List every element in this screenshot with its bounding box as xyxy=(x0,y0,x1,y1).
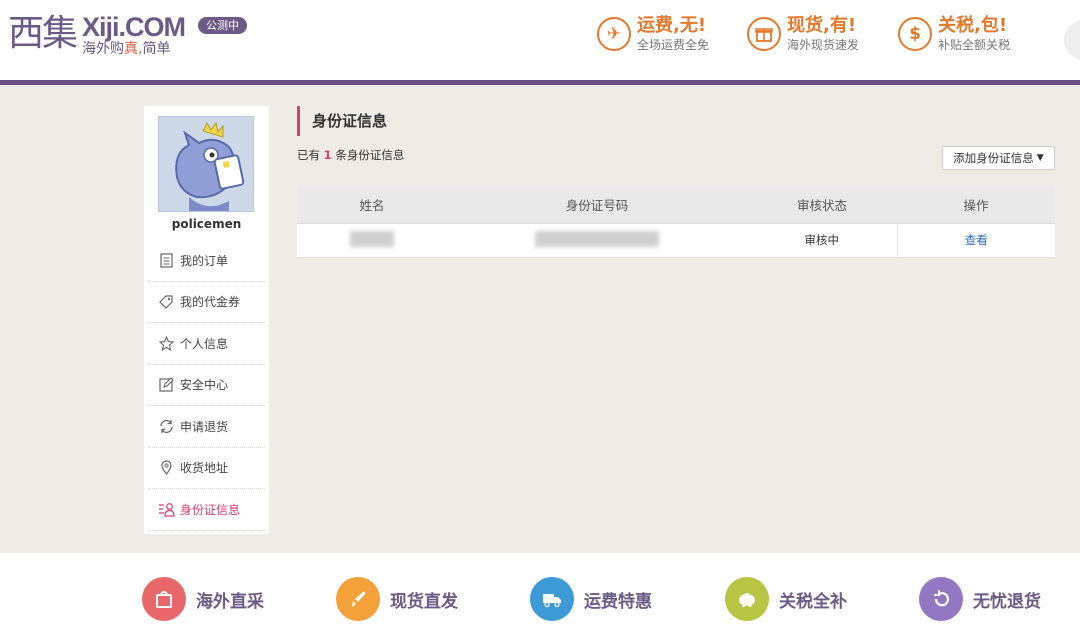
promo-subtitle: 全场运费全免 xyxy=(637,38,710,52)
sidebar-item-address[interactable]: 收货地址 xyxy=(148,448,265,489)
table-header-row: 姓名 身份证号码 审核状态 操作 xyxy=(297,186,1055,224)
feature-label: 运费特惠 xyxy=(584,591,652,612)
caret-down-icon: ▼ xyxy=(1036,153,1044,163)
column-header-action: 操作 xyxy=(897,186,1055,224)
add-id-button[interactable]: 添加身份证信息 ▼ xyxy=(942,146,1055,170)
username: policemen xyxy=(171,217,242,231)
edit-icon xyxy=(158,376,175,393)
logo-chinese: 西集 xyxy=(8,13,78,54)
sidebar-item-label: 身份证信息 xyxy=(180,502,241,517)
header-divider xyxy=(0,80,1080,85)
account-sidebar: policemen 我的订单 我的代金券 个人信息 安全中心 申请退货 收货地址… xyxy=(144,106,269,534)
feature-stock-shipping: 现货直发 xyxy=(336,577,458,621)
add-id-button-label: 添加身份证信息 xyxy=(953,151,1034,165)
bag-icon xyxy=(142,577,186,621)
cell-action: 查看 xyxy=(896,223,1055,258)
promo-subtitle: 补贴全额关税 xyxy=(938,38,1011,52)
location-pin-icon xyxy=(158,459,175,476)
id-table: 姓名 身份证号码 审核状态 操作 审核中 查看 xyxy=(297,186,1055,258)
beta-badge: 公测中 xyxy=(198,17,247,34)
feature-shipping-discount: 运费特惠 xyxy=(530,577,652,621)
sidebar-item-label: 我的订单 xyxy=(180,253,229,268)
sidebar-item-label: 收货地址 xyxy=(180,461,229,476)
return-icon xyxy=(919,577,963,621)
main-content: 身份证信息 已有 1 条身份证信息 添加身份证信息 ▼ 姓名 身份证号码 审核状态… xyxy=(283,96,1063,546)
piggy-bank-icon xyxy=(725,577,769,621)
header-user-button[interactable] xyxy=(1064,20,1080,60)
feature-label: 海外直采 xyxy=(196,591,264,612)
feature-label: 无忧退货 xyxy=(973,591,1041,612)
logo-english: Xiji.COM xyxy=(82,12,186,42)
feature-easy-returns: 无忧退货 xyxy=(919,577,1041,621)
feature-label: 现货直发 xyxy=(390,591,458,612)
promo-title: 运费,无! xyxy=(637,15,707,36)
refresh-icon xyxy=(158,418,175,435)
promo-free-shipping: ✈ 运费,无! 全场运费全免 xyxy=(597,14,709,53)
column-header-name: 姓名 xyxy=(297,186,447,224)
sidebar-item-vouchers[interactable]: 我的代金券 xyxy=(148,282,265,323)
column-header-status: 审核状态 xyxy=(747,186,897,224)
plane-icon: ✈ xyxy=(597,16,631,51)
table-row: 审核中 查看 xyxy=(297,223,1055,258)
sidebar-item-profile[interactable]: 个人信息 xyxy=(148,323,265,365)
sidebar-item-label: 个人信息 xyxy=(180,336,229,351)
gift-icon xyxy=(747,16,781,51)
promo-subtitle: 海外现货速发 xyxy=(787,38,860,52)
star-icon xyxy=(158,335,175,352)
logo-slogan: 海外购真,简单 xyxy=(82,41,171,57)
truck-icon xyxy=(530,577,574,621)
promo-title: 关税,包! xyxy=(938,15,1008,36)
id-count-text: 已有 1 条身份证信息 xyxy=(297,148,405,162)
sidebar-item-orders[interactable]: 我的订单 xyxy=(148,240,265,282)
cell-id-number-redacted xyxy=(447,223,747,258)
sidebar-item-returns[interactable]: 申请退货 xyxy=(148,406,265,448)
account-menu: 我的订单 我的代金券 个人信息 安全中心 申请退货 收货地址 身份证信息 xyxy=(148,240,265,531)
site-logo[interactable]: 西集 Xiji.COM 海外购真,简单 xyxy=(8,12,186,64)
feature-footer: 海外直采 现货直发 运费特惠 关税全补 无忧退货 xyxy=(0,553,1080,636)
column-header-id-number: 身份证号码 xyxy=(447,186,747,224)
dollar-icon: $ xyxy=(898,16,932,51)
id-count: 1 xyxy=(323,148,332,162)
view-link[interactable]: 查看 xyxy=(965,233,988,247)
rocket-icon xyxy=(336,577,380,621)
sidebar-item-id-info[interactable]: 身份证信息 xyxy=(148,489,265,531)
sidebar-item-security[interactable]: 安全中心 xyxy=(148,365,265,406)
page-title: 身份证信息 xyxy=(297,106,387,136)
sidebar-item-label: 申请退货 xyxy=(180,419,229,434)
site-header: 西集 Xiji.COM 海外购真,简单 公测中 ✈ 运费,无! 全场运费全免 现… xyxy=(0,0,1080,80)
order-list-icon xyxy=(158,252,175,269)
id-card-icon xyxy=(158,501,175,518)
cell-status: 审核中 xyxy=(747,223,897,258)
feature-label: 关税全补 xyxy=(779,591,847,612)
feature-overseas-sourcing: 海外直采 xyxy=(142,577,264,621)
feature-tax-subsidy: 关税全补 xyxy=(725,577,847,621)
voucher-tag-icon xyxy=(158,293,175,310)
promo-title: 现货,有! xyxy=(787,15,857,36)
cell-name-redacted xyxy=(297,223,447,258)
avatar[interactable] xyxy=(158,116,254,212)
promo-in-stock: 现货,有! 海外现货速发 xyxy=(747,14,859,53)
promo-tax-subsidy: $ 关税,包! 补贴全额关税 xyxy=(898,14,1010,53)
sidebar-item-label: 我的代金券 xyxy=(180,295,241,310)
sidebar-item-label: 安全中心 xyxy=(180,378,229,393)
